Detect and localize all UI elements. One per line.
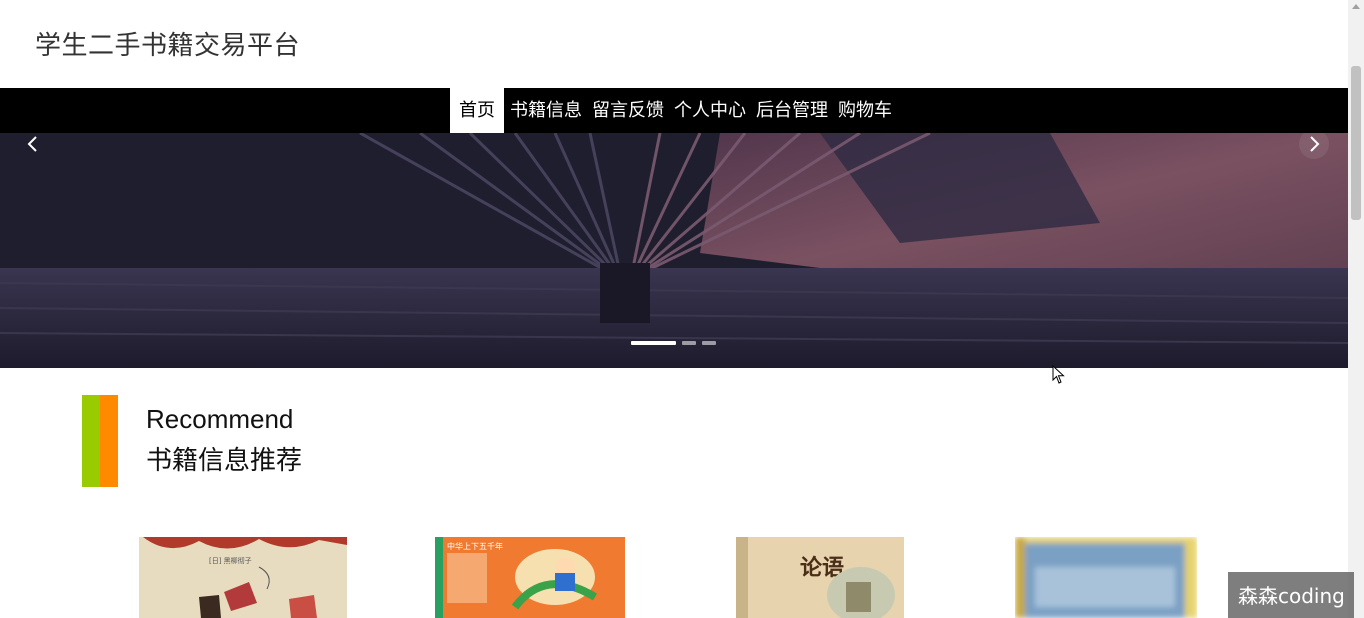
nav-item-home[interactable]: 首页 [450,88,504,133]
book-cover-3: 论语 [736,537,904,618]
book-cover-1: [日] 黑柳彻子 [139,537,347,618]
page-scrollbar[interactable] [1348,0,1364,618]
book-card-2[interactable]: 中华上下五千年 [435,537,625,618]
recommend-accent-bar [82,395,118,487]
book-card-4[interactable] [1015,537,1197,618]
carousel-dot-1[interactable] [631,341,676,345]
banner-image [0,133,1348,368]
site-title[interactable]: 学生二手书籍交易平台 [35,25,300,62]
nav-list: 首页 书籍信息 留言反馈 个人中心 后台管理 购物车 [450,88,896,133]
book-card-3[interactable]: 论语 [736,537,904,618]
mouse-cursor-icon [1052,365,1065,384]
carousel-indicators [631,341,716,345]
nav-item-books[interactable]: 书籍信息 [506,88,586,133]
book-cover-4 [1015,537,1197,618]
watermark: 森森coding [1228,572,1354,618]
recommend-title-cn: 书籍信息推荐 [146,446,303,476]
scroll-up-arrow-icon[interactable] [1352,4,1360,9]
banner-carousel [0,133,1348,368]
nav-item-admin[interactable]: 后台管理 [752,88,832,133]
page: 学生二手书籍交易平台 首页 书籍信息 留言反馈 个人中心 后台管理 购物车 Re… [0,0,1364,618]
site-header: 学生二手书籍交易平台 [0,0,1348,88]
carousel-dot-3[interactable] [702,341,716,345]
nav-item-feedback[interactable]: 留言反馈 [588,88,668,133]
recommend-title-en: Recommend [146,404,294,434]
nav-item-cart[interactable]: 购物车 [834,88,896,133]
scroll-thumb[interactable] [1351,66,1361,220]
chevron-right-icon [1310,136,1320,152]
accent-green [82,395,100,487]
carousel-dot-2[interactable] [682,341,696,345]
accent-orange [100,395,118,487]
book-cover-text-2: 中华上下五千年 [447,541,503,551]
chevron-left-icon [27,136,37,152]
nav-item-profile[interactable]: 个人中心 [670,88,750,133]
book-card-1[interactable]: [日] 黑柳彻子 [139,537,347,618]
book-cover-text-1: [日] 黑柳彻子 [209,556,252,565]
book-cover-2: 中华上下五千年 [435,537,625,618]
main-nav: 首页 书籍信息 留言反馈 个人中心 后台管理 购物车 [0,88,1348,133]
